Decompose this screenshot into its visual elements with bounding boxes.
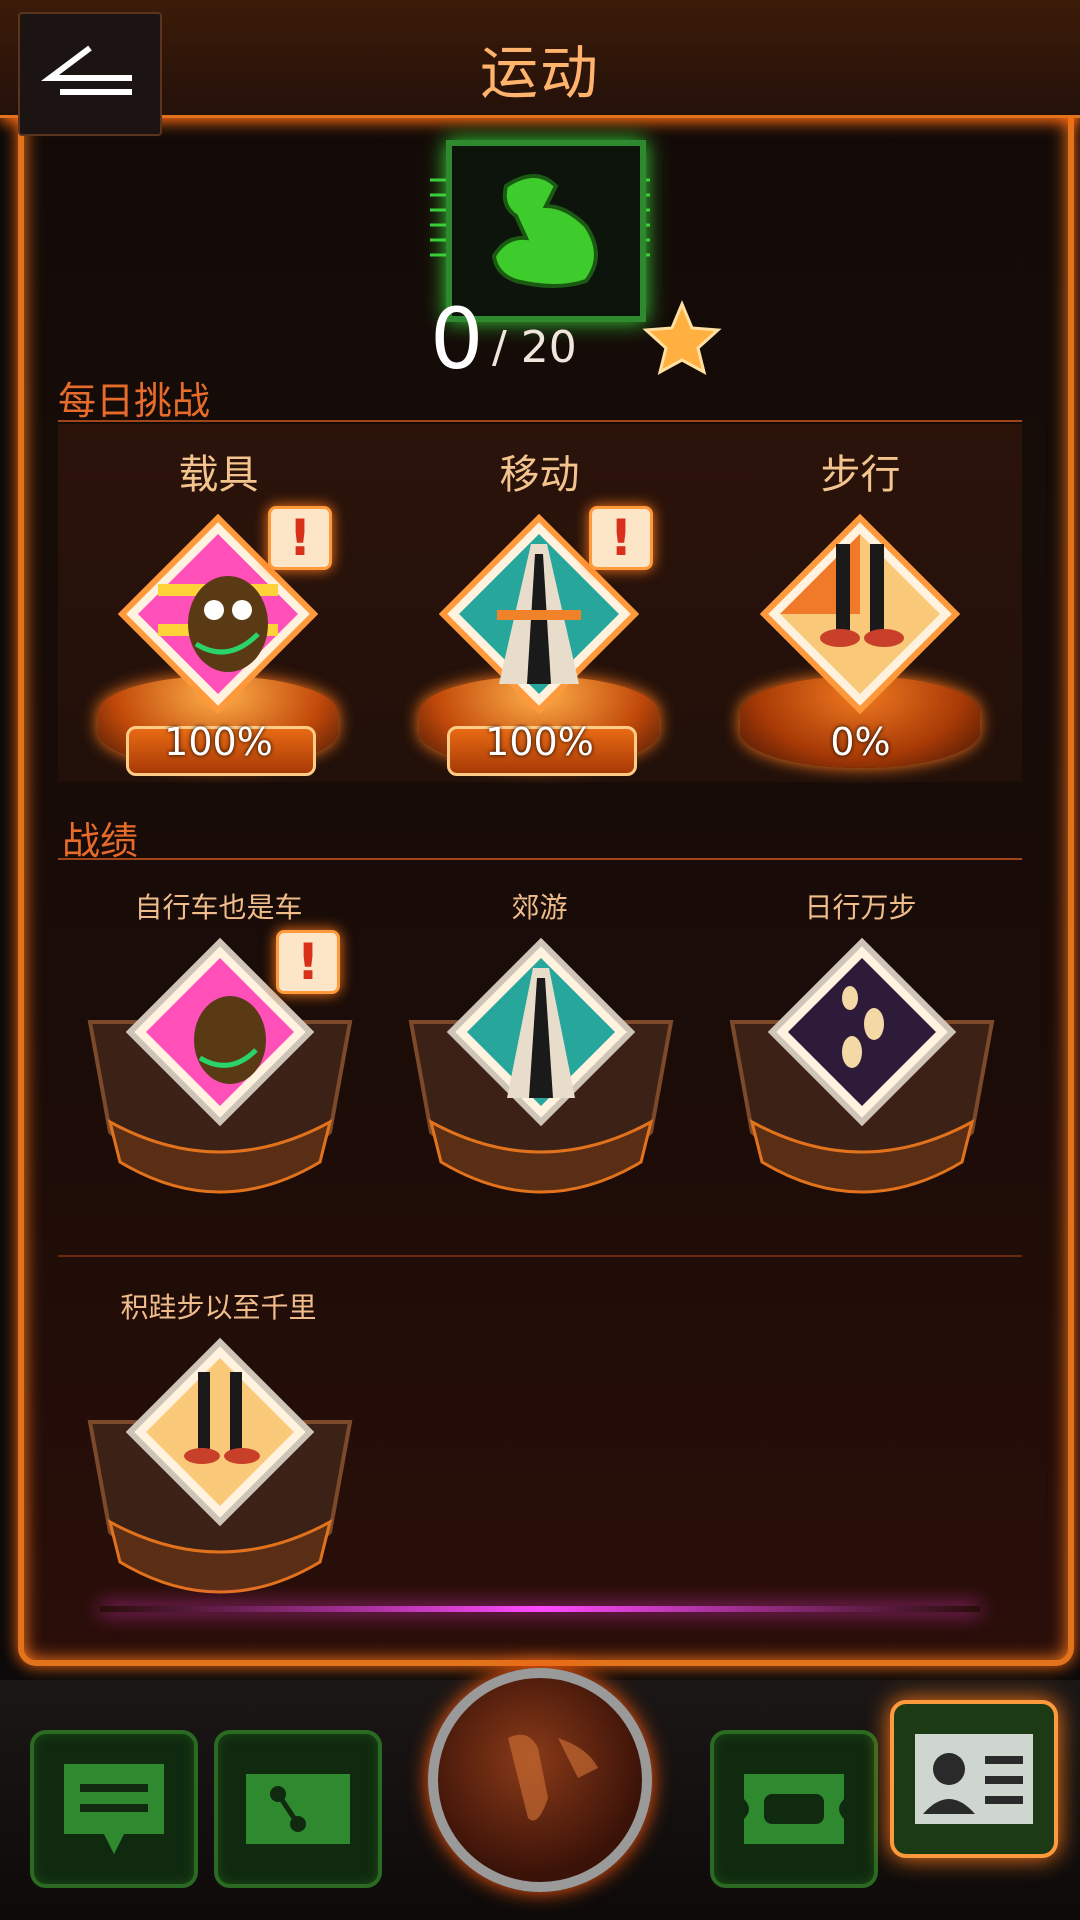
score-total: / 20 [492,322,577,373]
alert-icon: ! [276,930,340,994]
profile-button[interactable] [890,1700,1058,1858]
daily-item-label: 移动 [499,452,580,498]
globe-icon [508,1734,598,1821]
share-button[interactable] [214,1730,382,1888]
daily-divider [58,420,1022,422]
record-label: 郊游 [511,891,568,924]
daily-item-label: 步行 [820,452,901,498]
daily-item-walk[interactable]: 步行 0% [700,424,1021,782]
id-card-icon [915,1734,1033,1824]
flexed-arm-icon [491,174,598,288]
chat-icon [64,1764,164,1854]
ticket-icon [744,1774,844,1844]
daily-section-title: 每日挑战 [58,379,211,423]
ticket-button[interactable] [710,1730,878,1888]
record-label: 日行万步 [804,891,917,924]
record-item[interactable]: 自行车也是车 ! [58,886,379,1246]
road-icon [408,937,674,1194]
record-item[interactable]: 郊游 [379,886,700,1246]
page-title: 运动 [479,39,600,107]
daily-item-percent: 100% [164,720,273,764]
daily-item-percent: 100% [485,720,594,764]
record-item[interactable]: 积跬步以至千里 [58,1286,379,1646]
record-item[interactable]: 日行万步 [700,886,1021,1246]
alert-icon: ! [589,506,653,570]
records-row-divider [58,1255,1022,1257]
footprints-icon [729,937,995,1194]
star-icon [642,300,722,375]
daily-item-percent: 0% [830,720,891,764]
walking-legs-icon [87,1337,353,1594]
record-label: 积跬步以至千里 [120,1291,317,1324]
glow-divider [100,1606,980,1612]
daily-panel: 载具 100% ! 移动 100% ! 步行 0% [58,424,1022,782]
records-section-title: 战绩 [62,819,139,863]
walking-legs-icon [760,514,960,714]
chat-button[interactable] [30,1730,198,1888]
globe-button[interactable] [428,1668,652,1892]
daily-item-label: 载具 [178,452,259,498]
score-current: 0 [430,290,484,388]
records-divider [58,858,1022,860]
daily-item-move[interactable]: 移动 100% ! [379,424,700,782]
record-label: 自行车也是车 [134,891,303,924]
daily-item-vehicle[interactable]: 载具 100% ! [58,424,379,782]
share-ticket-icon [246,1774,350,1844]
alert-icon: ! [268,506,332,570]
